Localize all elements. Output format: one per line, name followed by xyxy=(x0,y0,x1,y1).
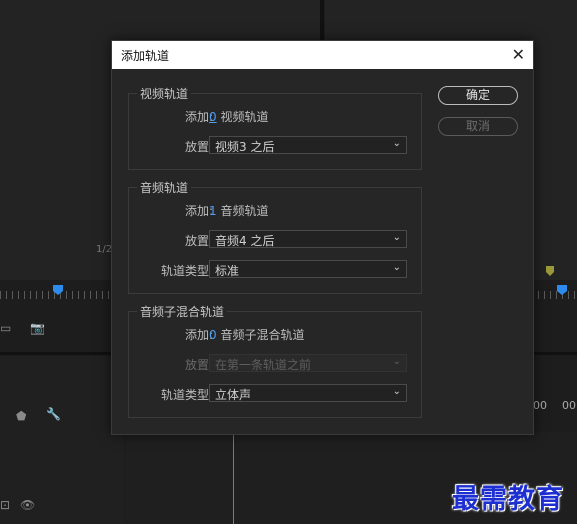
audio-track-type-value: 标准 xyxy=(215,264,240,278)
video-tracks-title: 视频轨道 xyxy=(137,85,192,102)
audio-tracks-group: 音频轨道 添加: 1 音频轨道 放置: 音频4 之后 ⌄ 轨道类型: 标准 ⌄ xyxy=(128,179,422,294)
audio-add-row: 添加: 1 音频轨道 xyxy=(129,200,421,220)
audio-add-count[interactable]: 1 xyxy=(209,204,217,218)
audio-track-type-label: 轨道类型: xyxy=(160,264,213,278)
audio-track-type-select[interactable]: 标准 ⌄ xyxy=(209,260,407,278)
submix-track-type-label: 轨道类型: xyxy=(160,388,213,402)
video-add-count[interactable]: 0 xyxy=(209,110,217,124)
project-panel xyxy=(0,356,124,524)
audio-placement-value: 音频4 之后 xyxy=(215,234,275,248)
ok-button[interactable]: 确定 xyxy=(438,86,518,105)
chevron-down-icon: ⌄ xyxy=(392,138,401,149)
wrench-icon[interactable]: 🔧 xyxy=(46,408,61,420)
camera-icon[interactable]: 📷 xyxy=(30,322,45,334)
submix-track-type-value: 立体声 xyxy=(215,388,252,402)
submix-placement-value: 在第一条轨道之前 xyxy=(215,358,312,372)
submix-placement-row: 放置: 在第一条轨道之前 ⌄ xyxy=(129,354,421,374)
submix-track-type-select[interactable]: 立体声 ⌄ xyxy=(209,384,407,402)
audio-placement-row: 放置: 音频4 之后 ⌄ xyxy=(129,230,421,250)
zoom-fraction: 1/2 xyxy=(96,244,113,255)
submix-tracks-title: 音频子混合轨道 xyxy=(137,303,228,320)
timeline-timecode-2: 00: xyxy=(562,399,577,412)
submix-placement-select: 在第一条轨道之前 ⌄ xyxy=(209,354,407,372)
close-icon[interactable]: ✕ xyxy=(512,47,525,63)
sync-icon[interactable]: ⊡ xyxy=(0,499,10,511)
video-add-value: 0 视频轨道 xyxy=(209,108,268,125)
audio-track-type-row: 轨道类型: 标准 ⌄ xyxy=(129,260,421,280)
eye-icon[interactable]: 👁 xyxy=(20,499,35,511)
video-tracks-group: 视频轨道 添加: 0 视频轨道 放置: 视频3 之后 ⌄ xyxy=(128,85,422,170)
timeline-timecode-1: 00 xyxy=(533,399,547,412)
submix-add-row: 添加: 0 音频子混合轨道 xyxy=(129,324,421,344)
chevron-down-icon: ⌄ xyxy=(392,356,401,367)
add-tracks-dialog: 添加轨道 ✕ 确定 取消 视频轨道 添加: 0 视频轨道 放置: 视频3 之后 … xyxy=(111,40,534,435)
chevron-down-icon: ⌄ xyxy=(392,232,401,243)
video-placement-select[interactable]: 视频3 之后 ⌄ xyxy=(209,136,407,154)
video-add-suffix: 视频轨道 xyxy=(220,110,269,124)
submix-add-suffix: 音频子混合轨道 xyxy=(220,328,305,342)
insert-icon[interactable]: ▭ xyxy=(0,322,11,334)
dialog-title: 添加轨道 xyxy=(121,48,170,63)
video-placement-row: 放置: 视频3 之后 ⌄ xyxy=(129,136,421,156)
submix-add-count[interactable]: 0 xyxy=(209,328,217,342)
video-add-row: 添加: 0 视频轨道 xyxy=(129,106,421,126)
audio-placement-select[interactable]: 音频4 之后 ⌄ xyxy=(209,230,407,248)
audio-tracks-title: 音频轨道 xyxy=(137,179,192,196)
dialog-titlebar: 添加轨道 ✕ xyxy=(112,41,533,69)
marker-icon[interactable]: ⬟ xyxy=(16,410,26,422)
watermark-logo: 最需教育 xyxy=(452,484,564,515)
chevron-down-icon: ⌄ xyxy=(392,386,401,397)
timeline-playhead-line[interactable] xyxy=(233,432,234,524)
submix-add-value: 0 音频子混合轨道 xyxy=(209,326,304,343)
cancel-button[interactable]: 取消 xyxy=(438,117,518,136)
panel-divider-vertical xyxy=(320,0,324,40)
audio-add-value: 1 音频轨道 xyxy=(209,202,268,219)
video-placement-value: 视频3 之后 xyxy=(215,140,275,154)
submix-track-type-row: 轨道类型: 立体声 ⌄ xyxy=(129,384,421,404)
program-time-ruler[interactable] xyxy=(532,291,577,299)
submix-tracks-group: 音频子混合轨道 添加: 0 音频子混合轨道 放置: 在第一条轨道之前 ⌄ 轨道类… xyxy=(128,303,422,418)
audio-add-suffix: 音频轨道 xyxy=(220,204,269,218)
chevron-down-icon: ⌄ xyxy=(392,262,401,273)
